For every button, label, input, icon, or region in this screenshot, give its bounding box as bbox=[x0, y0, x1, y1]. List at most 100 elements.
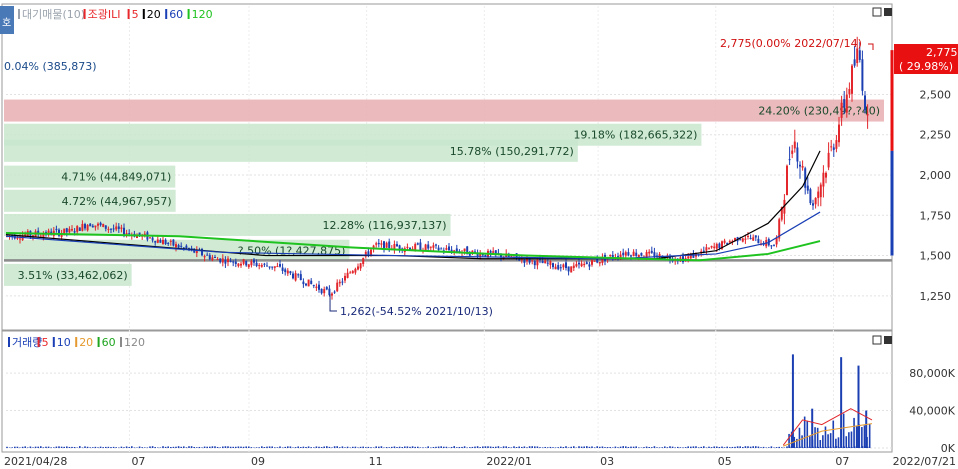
candle-body bbox=[531, 260, 534, 262]
legend-label: 5 bbox=[132, 8, 139, 21]
volume-bar bbox=[700, 446, 702, 448]
candle-body bbox=[546, 262, 549, 264]
candle-body bbox=[812, 203, 814, 206]
volume-bar bbox=[744, 446, 747, 448]
candle-body bbox=[773, 245, 775, 247]
volume-bar bbox=[510, 447, 513, 448]
volume-bar bbox=[310, 447, 312, 448]
volume-bar bbox=[318, 446, 320, 448]
volume-bar bbox=[601, 446, 604, 448]
volume-bar bbox=[437, 446, 440, 448]
volume-bar bbox=[593, 447, 596, 448]
volume-bar bbox=[112, 446, 115, 448]
legend-label: 60 bbox=[169, 8, 183, 21]
volume-bar bbox=[671, 446, 674, 448]
volume-bar bbox=[824, 426, 827, 448]
volume-bar bbox=[614, 446, 617, 448]
candle-body bbox=[536, 259, 539, 266]
candle-body bbox=[658, 254, 661, 257]
candle-body bbox=[224, 259, 227, 264]
volume-bar bbox=[635, 446, 637, 448]
candle-body bbox=[346, 272, 349, 278]
volume-bar bbox=[461, 446, 463, 448]
volume-bar bbox=[450, 446, 453, 448]
candle-body bbox=[848, 89, 851, 95]
volume-bar bbox=[380, 446, 383, 448]
candle-body bbox=[520, 259, 523, 261]
volume-bar bbox=[266, 446, 268, 448]
candle-body bbox=[299, 274, 302, 281]
candle-body bbox=[770, 245, 773, 247]
candle-body bbox=[809, 189, 812, 204]
volume-bar bbox=[445, 446, 448, 448]
candle-body bbox=[866, 113, 869, 116]
volume-profile-label: 19.18% (182,665,322) bbox=[573, 129, 697, 142]
volume-close-button[interactable] bbox=[884, 336, 892, 344]
volume-bar bbox=[300, 447, 302, 448]
volume-bar bbox=[188, 446, 190, 448]
volume-bar bbox=[739, 446, 741, 448]
volume-bar bbox=[567, 447, 570, 448]
volume-bar bbox=[827, 434, 829, 448]
candle-body bbox=[424, 244, 427, 251]
candle-body bbox=[414, 243, 417, 250]
volume-profile-label: 24.20% (230,49?,?40) bbox=[758, 105, 880, 118]
candle-body bbox=[593, 260, 596, 262]
candle-body bbox=[237, 263, 240, 267]
candle-body bbox=[156, 239, 159, 243]
volume-bar bbox=[656, 447, 658, 448]
volume-bar bbox=[131, 446, 133, 448]
volume-bar bbox=[463, 446, 466, 448]
x-tick-label: 03 bbox=[600, 455, 614, 468]
volume-bar bbox=[729, 447, 731, 448]
x-tick-label: 09 bbox=[251, 455, 265, 468]
legend-swatch bbox=[97, 337, 100, 347]
candle-body bbox=[219, 258, 222, 263]
volume-bar bbox=[141, 447, 143, 448]
volume-bar bbox=[120, 446, 123, 448]
volume-bar bbox=[554, 447, 557, 448]
price-tick-label: 2,500 bbox=[920, 88, 952, 101]
candle-body bbox=[71, 229, 73, 231]
candle-body bbox=[752, 237, 755, 241]
volume-bar bbox=[666, 447, 669, 448]
volume-bar bbox=[773, 447, 775, 448]
volume-bar bbox=[508, 447, 510, 448]
close-button[interactable] bbox=[884, 8, 892, 16]
candle-body bbox=[843, 99, 846, 108]
candle-body bbox=[172, 239, 175, 246]
volume-bar bbox=[690, 446, 692, 448]
volume-bar bbox=[619, 446, 622, 448]
candle-body bbox=[559, 267, 562, 269]
candle-body bbox=[622, 252, 625, 256]
volume-bar bbox=[375, 446, 377, 448]
volume-bar bbox=[313, 447, 315, 448]
volume-bar bbox=[14, 446, 16, 448]
volume-bar bbox=[669, 446, 671, 448]
volume-bar bbox=[474, 446, 476, 448]
candle-body bbox=[552, 263, 554, 268]
volume-restore-button[interactable] bbox=[872, 335, 882, 345]
volume-bar bbox=[565, 446, 567, 448]
legend-swatch bbox=[120, 337, 122, 347]
legend-label: 대기매물(10) bbox=[22, 8, 85, 21]
volume-bar bbox=[578, 446, 580, 448]
volume-bar bbox=[172, 446, 175, 448]
volume-bar bbox=[492, 446, 494, 448]
volume-profile-label: 3.51% (33,462,062) bbox=[18, 269, 128, 282]
candle-body bbox=[203, 256, 206, 258]
candle-body bbox=[151, 237, 154, 241]
volume-bar bbox=[734, 446, 736, 448]
candle-body bbox=[377, 242, 380, 245]
volume-bar bbox=[596, 446, 598, 448]
volume-bar bbox=[159, 447, 162, 448]
volume-bar bbox=[354, 446, 357, 448]
candle-body bbox=[705, 247, 708, 251]
candle-body bbox=[107, 228, 110, 230]
candle-body bbox=[84, 223, 86, 229]
volume-bar bbox=[765, 447, 767, 448]
candle-body bbox=[344, 275, 346, 281]
restore-button[interactable] bbox=[872, 7, 882, 17]
volume-bar bbox=[500, 447, 502, 448]
volume-bar bbox=[180, 446, 182, 448]
